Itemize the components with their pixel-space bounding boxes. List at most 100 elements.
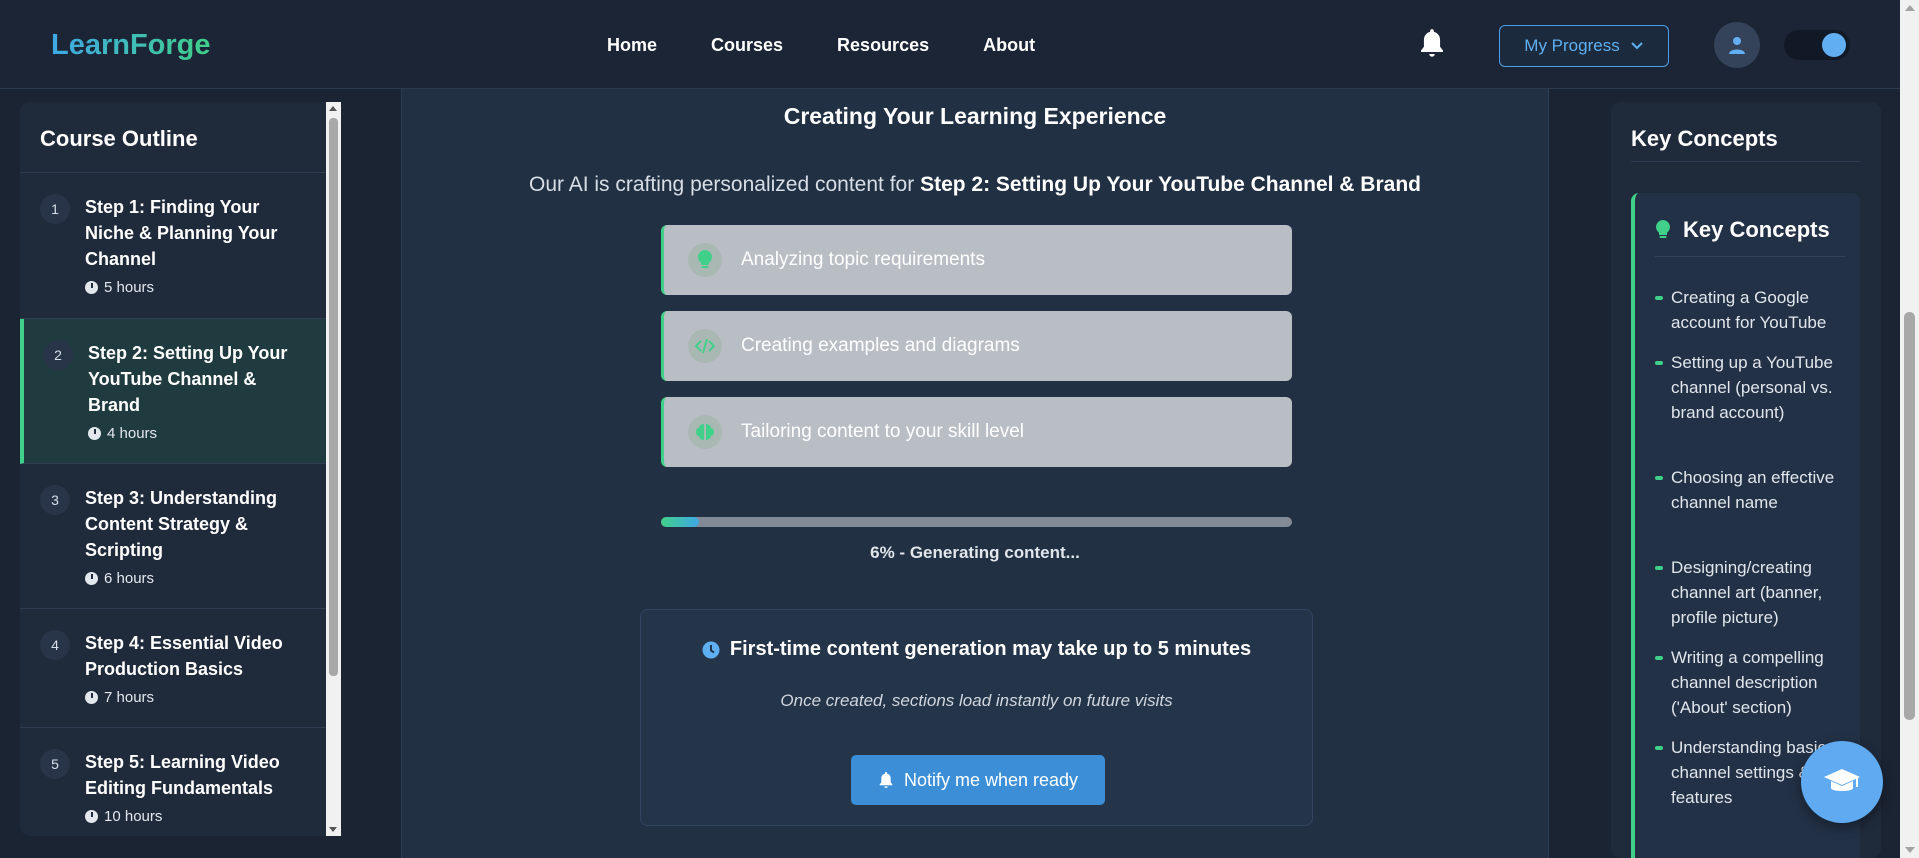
progress-status: 6% - Generating content...: [870, 543, 1080, 562]
task-label: Tailoring content to your skill level: [741, 421, 1025, 442]
content-generation-panel: Creating Your Learning Experience Our AI…: [401, 89, 1549, 858]
notice-title: First-time content generation may take u…: [729, 638, 1252, 660]
clock-icon: [702, 641, 720, 658]
task-label: Analyzing topic requirements: [741, 249, 985, 270]
step-number: 4: [40, 630, 70, 660]
task-examples: Creating examples and diagrams: [661, 311, 1292, 381]
step-duration: 6 hours: [85, 570, 154, 587]
user-avatar[interactable]: [1714, 22, 1760, 68]
step-title: Step 5: Learning Video Editing Fundament…: [85, 752, 280, 798]
main-nav: Home Courses Resources About: [607, 35, 1035, 56]
step-number: 3: [40, 485, 70, 515]
logo[interactable]: LearnForge: [51, 29, 211, 62]
bullet: [1655, 361, 1663, 365]
nav-resources[interactable]: Resources: [837, 35, 929, 56]
chevron-down-icon: [1630, 42, 1643, 50]
step-hours: 4 hours: [107, 425, 158, 442]
nav-home[interactable]: Home: [607, 35, 657, 56]
sidebar-title: Course Outline: [40, 126, 198, 151]
bullet: [1655, 656, 1663, 660]
notify-me-button[interactable]: Notify me when ready: [851, 755, 1105, 805]
page-scrollbar-thumb[interactable]: [1904, 312, 1915, 720]
page-scrollbar[interactable]: [1900, 0, 1919, 858]
clock-icon: [85, 572, 98, 585]
nav-about[interactable]: About: [983, 35, 1035, 56]
step-title: Step 2: Setting Up Your YouTube Channel …: [88, 343, 288, 415]
step-title: Step 1: Finding Your Niche & Planning Yo…: [85, 197, 278, 269]
concept-text: Setting up a YouTube channel (personal v…: [1671, 353, 1833, 422]
scroll-up-arrow-icon[interactable]: [329, 106, 337, 111]
outline-step-4[interactable]: 4 Step 4: Essential Video Production Bas…: [20, 609, 326, 728]
step-duration: 5 hours: [85, 279, 154, 296]
brain-icon: [688, 415, 722, 449]
step-duration: 10 hours: [85, 808, 162, 825]
concept-item: Creating a Google account for YouTube: [1655, 285, 1850, 335]
concept-text: Writing a compelling channel description…: [1671, 648, 1824, 717]
concept-text: Choosing an effective channel name: [1671, 468, 1835, 512]
clock-icon: [85, 281, 98, 294]
notifications-bell-icon[interactable]: [1418, 28, 1446, 58]
sidebar-scrollbar-thumb[interactable]: [329, 118, 338, 676]
notice-subtitle: Once created, sections load instantly on…: [780, 691, 1173, 710]
concept-item: Choosing an effective channel name: [1655, 465, 1850, 515]
scroll-down-arrow-icon[interactable]: [329, 827, 337, 832]
outline-step-2[interactable]: 2 Step 2: Setting Up Your YouTube Channe…: [20, 319, 326, 464]
step-hours: 7 hours: [104, 689, 155, 706]
my-progress-label: My Progress: [1524, 36, 1620, 55]
top-nav-bar: LearnForge Home Courses Resources About …: [0, 0, 1900, 89]
outline-step-1[interactable]: 1 Step 1: Finding Your Niche & Planning …: [20, 173, 326, 319]
lightbulb-icon: [688, 243, 722, 277]
generation-subtitle: Our AI is crafting personalized content …: [402, 173, 1548, 197]
notice-title-row: First-time content generation may take u…: [641, 638, 1312, 661]
graduation-cap-fab[interactable]: [1801, 741, 1883, 823]
progress-fill: [661, 517, 699, 527]
course-outline-sidebar: Course Outline 1 Step 1: Finding Your Ni…: [20, 102, 341, 836]
step-hours: 5 hours: [104, 279, 155, 296]
my-progress-dropdown[interactable]: My Progress: [1499, 25, 1669, 67]
right-panel-title: Key Concepts: [1631, 126, 1778, 151]
step-number: 1: [40, 194, 70, 224]
bullet: [1655, 566, 1663, 570]
concept-text: Creating a Google account for YouTube: [1671, 288, 1827, 332]
clock-icon: [85, 691, 98, 704]
task-tailoring: Tailoring content to your skill level: [661, 397, 1292, 467]
outline-step-3[interactable]: 3 Step 3: Understanding Content Strategy…: [20, 464, 326, 609]
key-concepts-title: Key Concepts: [1683, 217, 1830, 242]
concept-item: Designing/creating channel art (banner, …: [1655, 555, 1850, 630]
step-number: 2: [43, 340, 73, 370]
nav-courses[interactable]: Courses: [711, 35, 783, 56]
outline-step-5[interactable]: 5 Step 5: Learning Video Editing Fundame…: [20, 728, 326, 836]
bullet: [1655, 746, 1663, 750]
theme-toggle[interactable]: [1784, 30, 1850, 60]
concept-item: Setting up a YouTube channel (personal v…: [1655, 350, 1850, 425]
clock-icon: [88, 427, 101, 440]
code-icon: [688, 329, 722, 363]
lightbulb-icon: [1656, 220, 1670, 238]
step-number: 5: [40, 749, 70, 779]
toggle-knob: [1822, 33, 1846, 57]
task-label: Creating examples and diagrams: [741, 335, 1020, 356]
sidebar-scrollbar[interactable]: [326, 102, 341, 836]
scroll-up-arrow-icon[interactable]: [1905, 5, 1915, 11]
bullet: [1655, 296, 1663, 300]
generation-notice-box: First-time content generation may take u…: [640, 609, 1313, 826]
generation-progress-bar: [661, 517, 1292, 527]
step-title: Step 3: Understanding Content Strategy &…: [85, 488, 278, 560]
step-duration: 7 hours: [85, 689, 154, 706]
clock-icon: [85, 810, 98, 823]
concept-text: Designing/creating channel art (banner, …: [1671, 558, 1823, 627]
page-title: Creating Your Learning Experience: [783, 103, 1167, 129]
bullet: [1655, 476, 1663, 480]
scroll-down-arrow-icon[interactable]: [1905, 847, 1915, 853]
subtitle-topic: Step 2: Setting Up Your YouTube Channel …: [920, 173, 1421, 196]
key-concepts-heading: Key Concepts: [1655, 217, 1830, 243]
divider: [1655, 256, 1845, 257]
subtitle-prefix: Our AI is crafting personalized content …: [529, 173, 915, 196]
user-icon: [1729, 37, 1745, 54]
step-title: Step 4: Essential Video Production Basic…: [85, 633, 283, 679]
step-duration: 4 hours: [88, 425, 157, 442]
notify-button-label: Notify me when ready: [903, 769, 1079, 790]
task-analyzing: Analyzing topic requirements: [661, 225, 1292, 295]
step-hours: 10 hours: [104, 808, 163, 825]
divider: [1631, 161, 1860, 162]
